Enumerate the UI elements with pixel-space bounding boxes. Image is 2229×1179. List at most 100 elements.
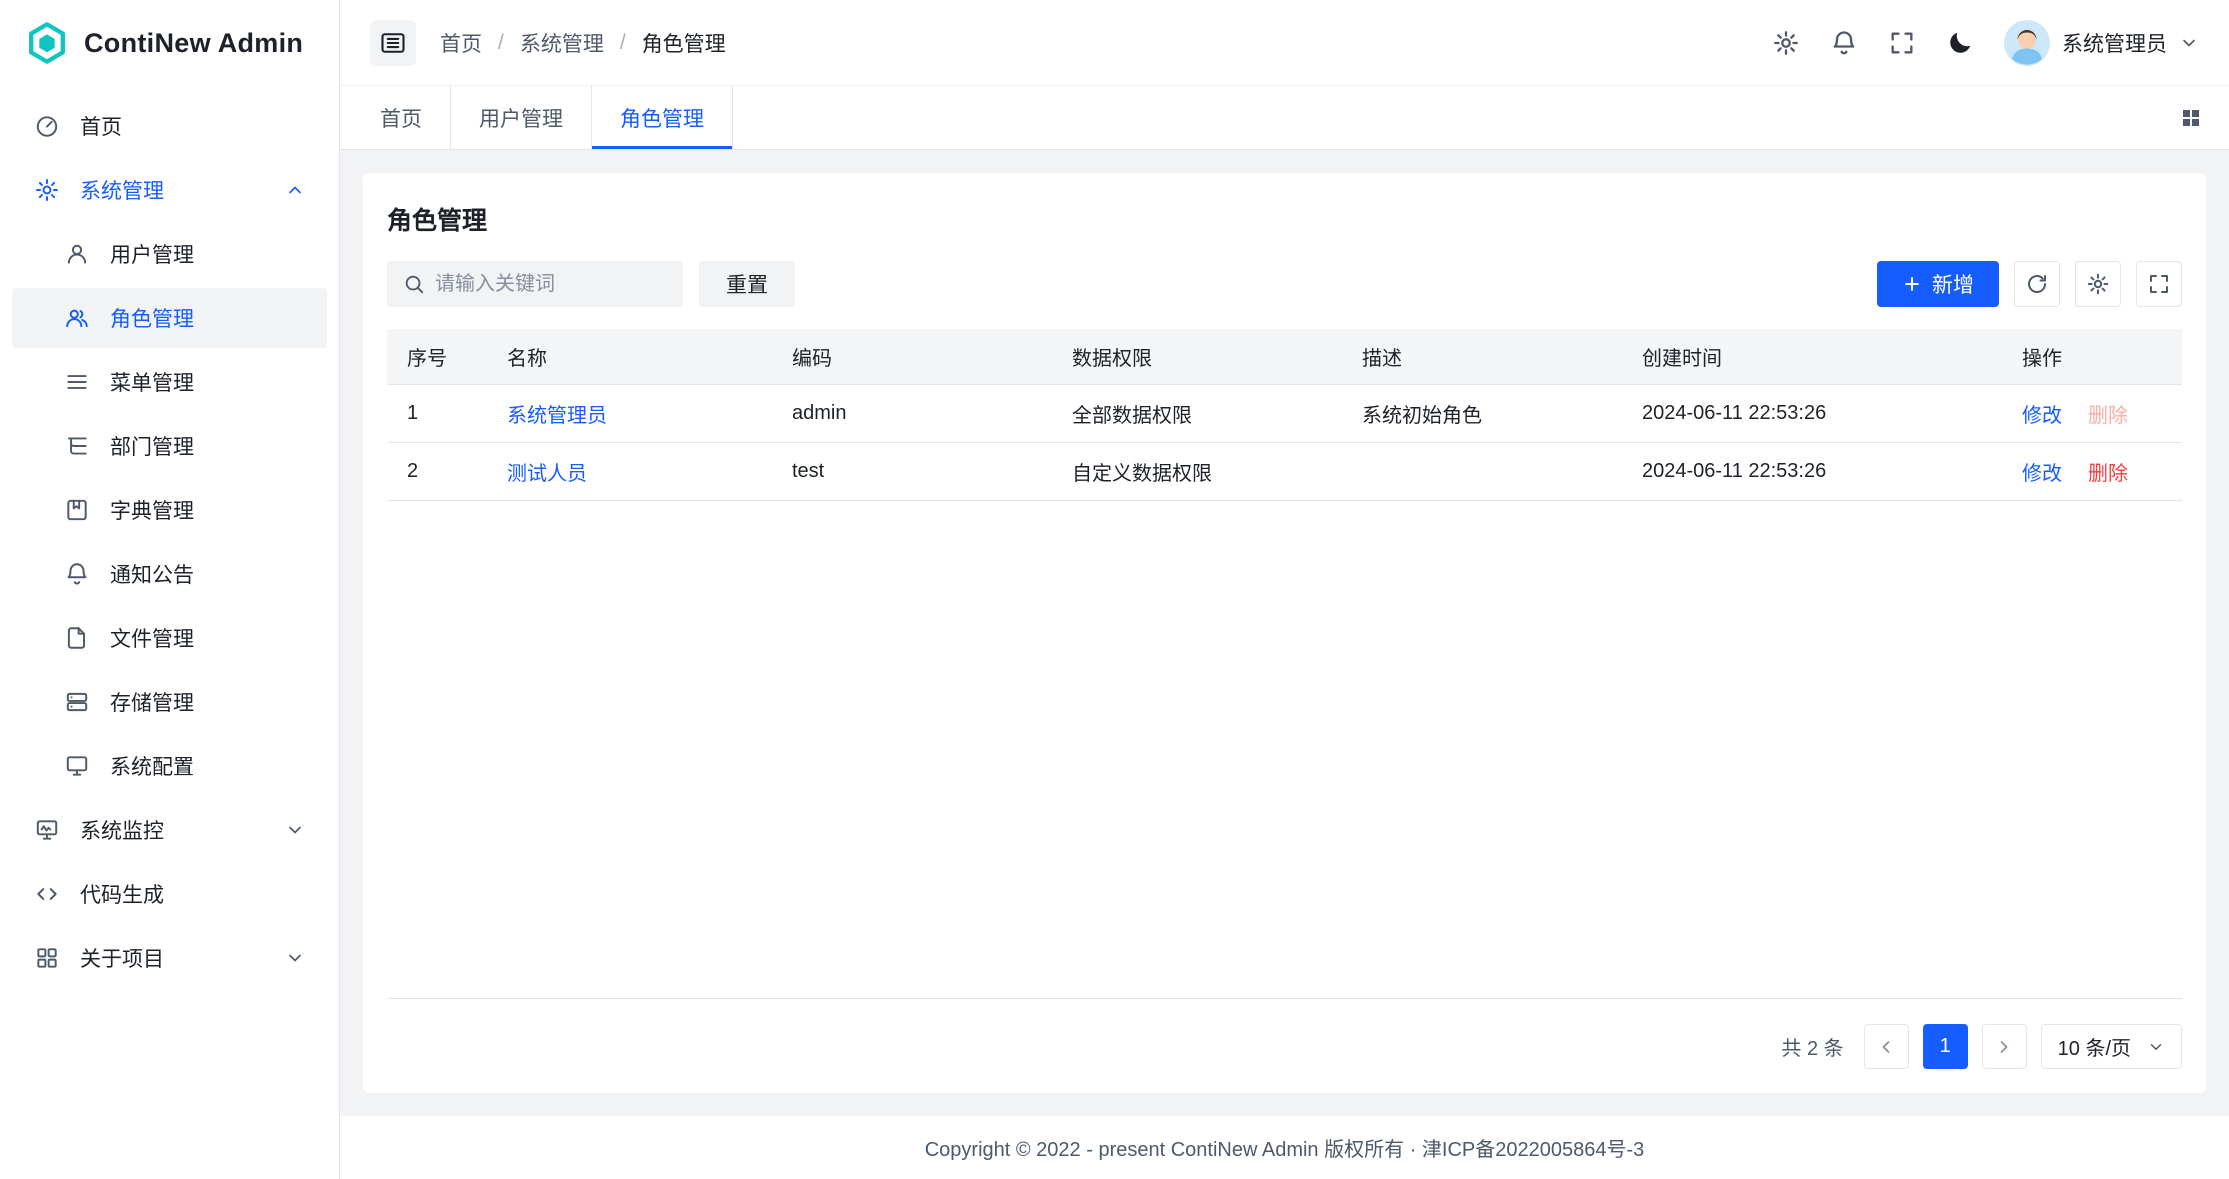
moon-icon[interactable] bbox=[1946, 29, 1974, 57]
column-header-description: 描述 bbox=[1342, 329, 1622, 384]
plus-icon bbox=[1902, 274, 1922, 294]
edit-action[interactable]: 修改 bbox=[2022, 457, 2062, 486]
tab-role-management[interactable]: 角色管理 bbox=[592, 86, 733, 149]
fullscreen-icon[interactable] bbox=[1888, 29, 1916, 57]
tab-user-management[interactable]: 用户管理 bbox=[451, 86, 592, 149]
breadcrumb-system[interactable]: 系统管理 bbox=[520, 28, 604, 58]
role-name-link[interactable]: 系统管理员 bbox=[507, 405, 607, 427]
cell-created-at: 2024-06-11 22:53:26 bbox=[1622, 384, 2002, 442]
sidebar-item-label: 用户管理 bbox=[110, 239, 194, 269]
sidebar-item-dept[interactable]: 部门管理 bbox=[12, 416, 327, 476]
fullscreen-icon bbox=[2147, 272, 2171, 296]
sidebar-item-label: 关于项目 bbox=[80, 943, 164, 973]
sidebar-item-menu[interactable]: 菜单管理 bbox=[12, 352, 327, 412]
sidebar-item-label: 文件管理 bbox=[110, 623, 194, 653]
sidebar-item-system[interactable]: 系统管理 bbox=[12, 160, 327, 220]
cell-code: test bbox=[772, 442, 1052, 500]
search-input[interactable] bbox=[435, 273, 667, 296]
refresh-button[interactable] bbox=[2014, 261, 2060, 307]
role-name-link[interactable]: 测试人员 bbox=[507, 463, 587, 485]
logo-icon bbox=[24, 20, 70, 66]
breadcrumb-separator: / bbox=[620, 31, 626, 55]
sidebar-item-storage[interactable]: 存储管理 bbox=[12, 672, 327, 732]
page-title: 角色管理 bbox=[387, 201, 2182, 237]
delete-action-disabled: 删除 bbox=[2088, 399, 2128, 428]
breadcrumb-home[interactable]: 首页 bbox=[440, 28, 482, 58]
user-menu[interactable]: 系统管理员 bbox=[2004, 20, 2199, 66]
sidebar-item-notice[interactable]: 通知公告 bbox=[12, 544, 327, 604]
copyright-text: Copyright © 2022 - present ContiNew Admi… bbox=[925, 1133, 1645, 1162]
monitor-chart-icon bbox=[34, 817, 60, 843]
column-header-code: 编码 bbox=[772, 329, 1052, 384]
next-page-button[interactable] bbox=[1982, 1024, 2027, 1069]
user-group-icon bbox=[64, 305, 90, 331]
sidebar-item-home[interactable]: 首页 bbox=[12, 96, 327, 156]
cell-description bbox=[1342, 442, 1622, 500]
page-size-select[interactable]: 10 条/页 bbox=[2041, 1024, 2182, 1069]
tabbar: 首页 用户管理 角色管理 bbox=[340, 86, 2229, 150]
sidebar-item-label: 系统配置 bbox=[110, 751, 194, 781]
role-management-card: 角色管理 重置 新增 bbox=[363, 173, 2206, 1093]
sidebar-item-label: 首页 bbox=[80, 111, 122, 141]
sidebar-menu: 首页 系统管理 用户管理 角色 bbox=[0, 86, 339, 1002]
toolbar-right: 新增 bbox=[1877, 261, 2182, 307]
file-icon bbox=[64, 625, 90, 651]
sidebar-item-label: 系统管理 bbox=[80, 175, 164, 205]
collapse-sidebar-icon bbox=[379, 29, 407, 57]
gear-icon bbox=[2086, 272, 2110, 296]
pagination: 共 2 条 1 10 条/页 bbox=[387, 1024, 2182, 1069]
app-root: ContiNew Admin 首页 系统管理 bbox=[0, 0, 2229, 1179]
content-column: 首页 / 系统管理 / 角色管理 bbox=[340, 0, 2229, 1179]
bell-icon bbox=[64, 561, 90, 587]
reset-button[interactable]: 重置 bbox=[699, 261, 795, 307]
main-content: 角色管理 重置 新增 bbox=[340, 150, 2229, 1116]
sidebar-item-label: 部门管理 bbox=[110, 431, 194, 461]
table-row: 2 测试人员 test 自定义数据权限 2024-06-11 22:53:26 … bbox=[387, 442, 2182, 500]
bell-icon[interactable] bbox=[1830, 29, 1858, 57]
edit-action[interactable]: 修改 bbox=[2022, 399, 2062, 428]
column-header-actions: 操作 bbox=[2002, 329, 2182, 384]
app-title: ContiNew Admin bbox=[84, 28, 303, 59]
sidebar-item-user[interactable]: 用户管理 bbox=[12, 224, 327, 284]
column-header-data-scope: 数据权限 bbox=[1052, 329, 1342, 384]
tab-label: 角色管理 bbox=[620, 103, 704, 133]
breadcrumb-current: 角色管理 bbox=[642, 28, 726, 58]
apps-icon bbox=[34, 945, 60, 971]
sidebar-item-label: 代码生成 bbox=[80, 879, 164, 909]
search-icon bbox=[403, 273, 425, 295]
page-number-button[interactable]: 1 bbox=[1923, 1024, 1968, 1069]
sidebar-item-config[interactable]: 系统配置 bbox=[12, 736, 327, 796]
delete-action[interactable]: 删除 bbox=[2088, 457, 2128, 486]
tab-actions-button[interactable] bbox=[2179, 86, 2229, 149]
chevron-up-icon bbox=[285, 180, 305, 200]
user-name: 系统管理员 bbox=[2062, 28, 2167, 58]
cell-data-scope: 全部数据权限 bbox=[1052, 384, 1342, 442]
app-logo: ContiNew Admin bbox=[0, 0, 339, 86]
sidebar-item-about[interactable]: 关于项目 bbox=[12, 928, 327, 988]
collapse-sidebar-button[interactable] bbox=[370, 20, 416, 66]
monitor-icon bbox=[64, 753, 90, 779]
sidebar-item-label: 通知公告 bbox=[110, 559, 194, 589]
sidebar-item-role[interactable]: 角色管理 bbox=[12, 288, 327, 348]
sidebar-item-label: 角色管理 bbox=[110, 303, 194, 333]
column-settings-button[interactable] bbox=[2075, 261, 2121, 307]
prev-page-button[interactable] bbox=[1864, 1024, 1909, 1069]
chevron-right-icon bbox=[1994, 1037, 2014, 1057]
settings-icon[interactable] bbox=[1772, 29, 1800, 57]
pagination-total: 共 2 条 bbox=[1781, 1032, 1843, 1061]
sidebar-item-file[interactable]: 文件管理 bbox=[12, 608, 327, 668]
add-button[interactable]: 新增 bbox=[1877, 261, 1999, 307]
column-header-created-at: 创建时间 bbox=[1622, 329, 2002, 384]
table-header-row: 序号 名称 编码 数据权限 描述 创建时间 操作 bbox=[387, 329, 2182, 384]
tab-home[interactable]: 首页 bbox=[352, 86, 451, 149]
topbar-actions: 系统管理员 bbox=[1772, 20, 2199, 66]
sidebar-item-dict[interactable]: 字典管理 bbox=[12, 480, 327, 540]
row-actions: 修改 删除 bbox=[2022, 399, 2162, 428]
table-row: 1 系统管理员 admin 全部数据权限 系统初始角色 2024-06-11 2… bbox=[387, 384, 2182, 442]
cell-index: 2 bbox=[387, 442, 487, 500]
sidebar-item-monitor[interactable]: 系统监控 bbox=[12, 800, 327, 860]
code-icon bbox=[34, 881, 60, 907]
sidebar-item-codegen[interactable]: 代码生成 bbox=[12, 864, 327, 924]
chevron-left-icon bbox=[1876, 1037, 1896, 1057]
fullscreen-table-button[interactable] bbox=[2136, 261, 2182, 307]
